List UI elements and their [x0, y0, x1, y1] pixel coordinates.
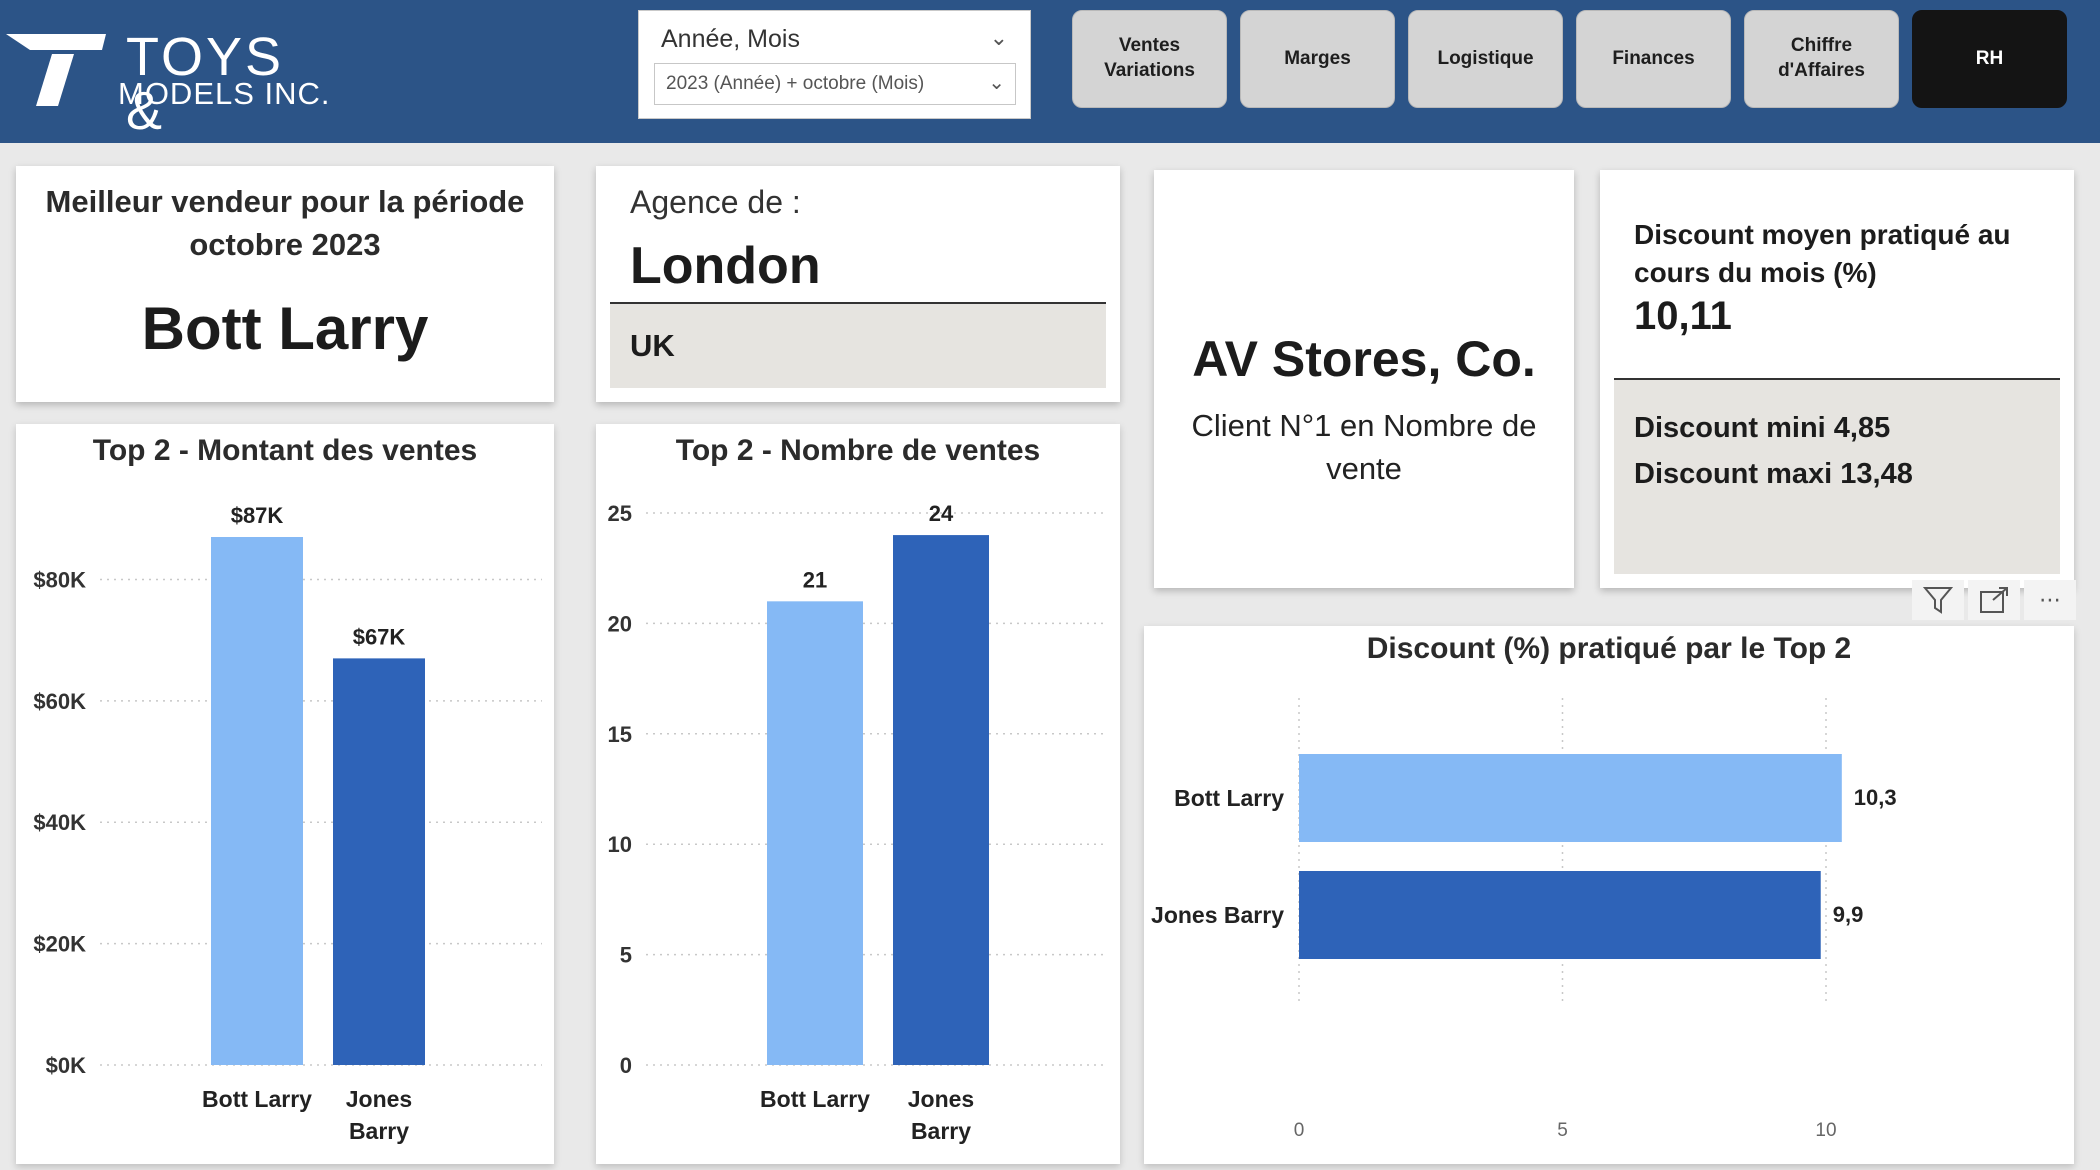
top-client-card: AV Stores, Co. Client N°1 en Nombre de v…	[1154, 170, 1574, 588]
discount-card: Discount moyen pratiqué au cours du mois…	[1600, 170, 2074, 588]
agency-label: Agence de :	[630, 184, 801, 220]
x-tick-label: 10	[1815, 1120, 1836, 1141]
bar[interactable]	[893, 535, 989, 1065]
y-tick-label: $80K	[33, 567, 86, 592]
chart-sales-count: Top 2 - Nombre de ventes 0 5 10 15 20 25 21 Bot…	[596, 424, 1120, 1164]
discount-range-box: Discount mini 4,85 Discount maxi 13,48	[1614, 380, 2060, 574]
chart-sales-amount: Top 2 - Montant des ventes $0K $20K $40K $6…	[16, 424, 554, 1164]
x-tick-label: Bott Larry	[760, 1086, 870, 1112]
y-tick-label: 20	[608, 611, 632, 636]
best-seller-title-line1: Meilleur vendeur pour la période	[45, 184, 525, 219]
chart-discount-plot: 0 5 10 Bott Larry 10,3 Jones Barry 9,9	[1151, 698, 1897, 1141]
y-tick-label: Jones Barry	[1151, 902, 1284, 928]
date-slicer[interactable]: Année, Mois ⌄ 2023 (Année) + octobre (Mo…	[638, 10, 1031, 119]
x-tick-label: Bott Larry	[202, 1086, 312, 1112]
bar[interactable]	[1299, 871, 1821, 959]
y-tick-label: 15	[608, 722, 632, 747]
x-tick-label: Barry	[911, 1118, 971, 1144]
y-tick-label: Bott Larry	[1174, 785, 1284, 811]
more-options-icon[interactable]: ⋯	[2024, 580, 2076, 620]
y-tick-label: 10	[608, 832, 632, 857]
data-label: 21	[803, 567, 827, 592]
slicer-selected-value: 2023 (Année) + octobre (Mois)	[666, 73, 925, 94]
chart-sales-count-plot: 0 5 10 15 20 25 21 Bott Larry 24 Jones Barry	[608, 501, 1108, 1144]
data-label: 24	[929, 501, 954, 526]
x-tick-label: 5	[1557, 1120, 1568, 1141]
chart-discount: Discount (%) pratiqué par le Top 2 0 5 10 B…	[1144, 626, 2074, 1164]
filter-icon[interactable]	[1912, 580, 1964, 620]
data-label: $67K	[353, 624, 406, 649]
discount-max: Discount maxi 13,48	[1634, 458, 1913, 490]
top-client-name: AV Stores, Co.	[1192, 331, 1536, 387]
nav-button-rh[interactable]: RH	[1912, 10, 2067, 108]
slicer-title: Année, Mois	[661, 25, 800, 53]
best-seller-title: Meilleur vendeur pour la période octobre…	[16, 180, 554, 267]
y-tick-label: 0	[620, 1053, 632, 1078]
agency-country-box: UK	[610, 304, 1106, 388]
x-tick-label: Barry	[349, 1118, 409, 1144]
focus-mode-icon[interactable]	[1968, 580, 2020, 620]
slicer-dropdown[interactable]: 2023 (Année) + octobre (Mois) ⌄	[654, 63, 1016, 105]
y-tick-label: $40K	[33, 810, 86, 835]
agency-city: London	[630, 237, 821, 295]
nav-button-finances[interactable]: Finances	[1576, 10, 1731, 108]
best-seller-card: Meilleur vendeur pour la période octobre…	[16, 166, 554, 402]
y-tick-label: $0K	[46, 1053, 86, 1078]
y-tick-label: 5	[620, 943, 632, 968]
logo-t-icon	[6, 34, 106, 106]
agency-country: UK	[630, 328, 675, 363]
x-tick-label: Jones	[908, 1086, 974, 1112]
best-seller-name: Bott Larry	[141, 295, 429, 362]
agency-card: Agence de : London UK	[596, 166, 1120, 402]
x-tick-label: Jones	[346, 1086, 412, 1112]
chevron-down-icon[interactable]: ⌄	[990, 25, 1008, 51]
best-seller-period: octobre 2023	[189, 227, 381, 263]
top-client-subtitle: Client N°1 en Nombre de vente	[1191, 408, 1537, 487]
company-logo: TOYS & MODELS INC.	[6, 28, 336, 138]
logo-text-line2: MODELS INC.	[118, 76, 331, 111]
y-tick-label: $20K	[33, 932, 86, 957]
y-tick-label: 25	[608, 501, 632, 526]
x-tick-label: 0	[1294, 1120, 1305, 1141]
nav-button-logistique[interactable]: Logistique	[1408, 10, 1563, 108]
chart-sales-amount-plot: $0K $20K $40K $60K $80K $87K Bott Larry $67K Jon…	[33, 503, 542, 1144]
bar[interactable]	[333, 658, 425, 1065]
discount-title: Discount moyen pratiqué au cours du mois…	[1634, 219, 2011, 289]
visual-toolbar: ⋯	[1912, 580, 2076, 622]
data-label: 9,9	[1833, 902, 1864, 927]
data-label: $87K	[231, 503, 284, 528]
y-tick-label: $60K	[33, 689, 86, 714]
bar[interactable]	[211, 537, 303, 1065]
bar[interactable]	[1299, 754, 1842, 842]
discount-min: Discount mini 4,85	[1634, 412, 1891, 444]
bar[interactable]	[767, 601, 863, 1065]
nav-button-chiffre-affaires[interactable]: Chiffre d'Affaires	[1744, 10, 1899, 108]
nav-button-marges[interactable]: Marges	[1240, 10, 1395, 108]
header-bar: TOYS & MODELS INC. Année, Mois ⌄ 2023 (A…	[0, 0, 2100, 143]
data-label: 10,3	[1854, 785, 1897, 810]
discount-average-value: 10,11	[1634, 294, 1732, 338]
chevron-down-icon[interactable]: ⌄	[988, 70, 1005, 95]
nav-button-ventes-variations[interactable]: Ventes Variations	[1072, 10, 1227, 108]
